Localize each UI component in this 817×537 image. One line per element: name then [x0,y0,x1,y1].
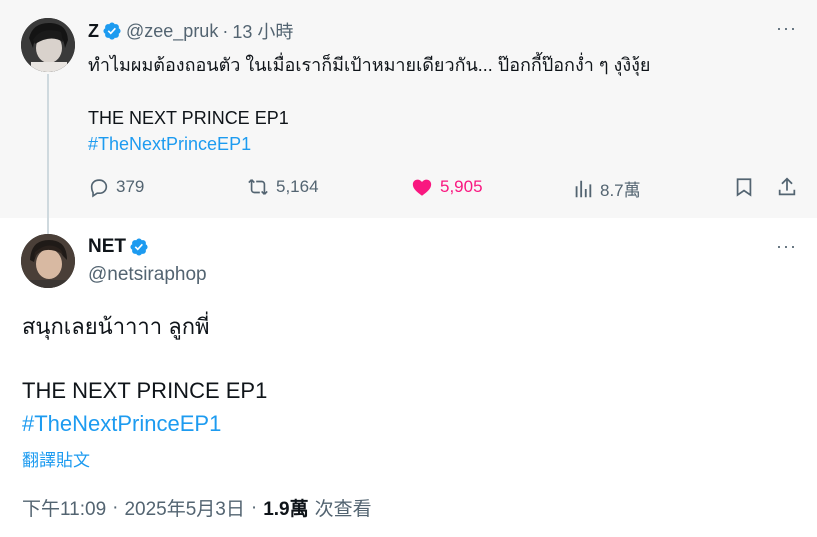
tweet-meta: 下午11:09 · 2025年5月3日 · 1.9萬 次查看 [22,494,372,521]
more-icon[interactable]: ··· [776,18,797,39]
tweet-actions-bar: 379 5,164 5,905 8.7萬 [88,176,800,202]
views-count[interactable]: 1.9萬 [263,494,308,521]
views-icon [575,180,592,197]
avatar[interactable] [21,18,75,72]
separator-dot: · [222,20,229,41]
hashtag-link[interactable]: #TheNextPrinceEP1 [88,131,251,157]
tweet-text: ทำไมผมต้องถอนตัว ในเมื่อเราก็มีเป้าหมายเ… [88,55,651,75]
hashtag-link[interactable]: #TheNextPrinceEP1 [22,409,221,439]
verified-badge-icon [129,237,149,257]
author-name[interactable]: Z [88,21,99,42]
translate-post-link[interactable]: 翻譯貼文 [22,446,90,471]
separator-dot: · [112,496,119,518]
like-button[interactable]: 5,905 [410,176,483,198]
tweet-title-line: THE NEXT PRINCE EP1 [88,108,289,128]
retweet-button[interactable]: 5,164 [246,176,319,198]
parent-tweet-header: Z @zee_pruk · 13 小時 [88,19,293,43]
reply-count: 379 [116,177,145,196]
retweet-icon [248,179,268,195]
reply-button[interactable]: 379 [88,176,144,198]
tweet-time[interactable]: 下午11:09 [22,494,106,521]
views-label: 次查看 [314,499,372,520]
bookmark-button[interactable] [733,176,761,198]
retweet-count: 5,164 [276,177,319,196]
author-handle[interactable]: @netsiraphop [88,264,207,286]
tweet-time[interactable]: 13 小時 [232,18,293,44]
heart-icon [412,179,432,196]
tweet-text: สนุกเลยน้าาาา ลูกพี่ [22,314,210,339]
share-button[interactable] [776,176,804,198]
tweet-date[interactable]: 2025年5月3日 [124,494,244,521]
like-count: 5,905 [440,177,483,196]
more-icon[interactable]: ··· [776,236,797,257]
views-count: 8.7萬 [600,181,641,200]
verified-badge-icon [102,21,122,41]
author-handle[interactable]: @zee_pruk [126,21,218,42]
reply-icon [90,179,108,198]
share-icon [778,177,796,196]
tweet-title-line: THE NEXT PRINCE EP1 [22,378,268,403]
separator-dot: · [250,496,258,518]
author-name-row: NET [88,236,153,258]
author-name[interactable]: NET [88,236,126,258]
avatar[interactable] [21,234,75,288]
bookmark-icon [736,178,752,197]
thread-connector-line [47,74,49,234]
views-button[interactable]: 8.7萬 [572,176,641,201]
